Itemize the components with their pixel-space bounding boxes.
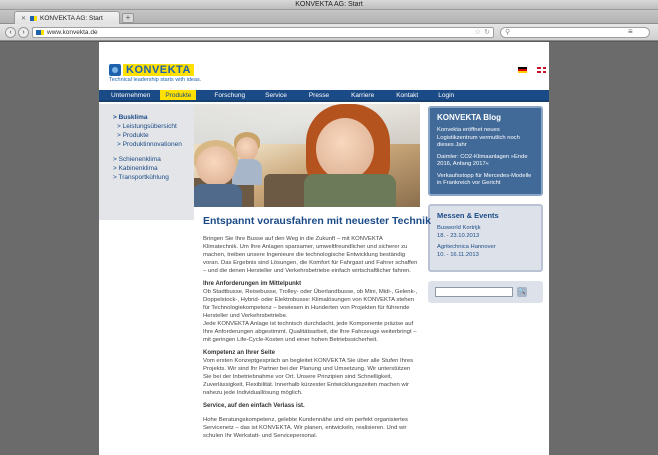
favicon-icon xyxy=(36,30,44,35)
subnav-item-transportkuehlung[interactable]: > Transportkühlung xyxy=(99,173,194,182)
page-title: Entspannt vorausfahren mit neuester Tech… xyxy=(203,215,431,227)
blog-item[interactable]: Konvekta eröffnet neues Logistikzentrum … xyxy=(437,127,534,150)
nav-item-unternehmen[interactable]: Unternehmen xyxy=(99,90,160,100)
event-item[interactable]: Agritechnica Hannover 10. - 16.11.2013 xyxy=(437,244,534,259)
event-date: 10. - 16.11.2013 xyxy=(437,251,479,258)
window-titlebar: KONVEKTA AG: Start xyxy=(0,0,658,10)
logo-tagline: Technical leadership starts with ideas. xyxy=(109,77,202,83)
nav-item-login[interactable]: Login xyxy=(433,90,459,100)
event-name: Busworld Kortrijk xyxy=(437,225,481,231)
sub-navigation: > Busklima > Leistungsübersicht > Produk… xyxy=(99,104,194,220)
address-url: www.konvekta.de xyxy=(47,29,98,36)
language-switcher xyxy=(512,67,547,85)
page: KONVEKTA Technical leadership starts wit… xyxy=(99,42,549,455)
nav-item-presse[interactable]: Presse xyxy=(304,90,334,100)
subnav-item-schienenklima[interactable]: > Schienenklima xyxy=(99,155,194,164)
page-viewport: KONVEKTA Technical leadership starts wit… xyxy=(0,42,658,455)
site-logo[interactable]: KONVEKTA Technical leadership starts wit… xyxy=(109,64,214,84)
tab-label: KONVEKTA AG: Start xyxy=(40,14,103,22)
close-icon[interactable]: ✕ xyxy=(21,15,26,22)
section-text: Ob Stadtbusse, Reisebusse, Trolley- oder… xyxy=(203,289,418,319)
nav-item-karriere[interactable]: Karriere xyxy=(346,90,379,100)
site-search: 🔍 xyxy=(428,281,543,303)
menu-icon[interactable]: ≡ xyxy=(628,27,633,36)
events-title: Messen & Events xyxy=(437,211,499,220)
hero-image xyxy=(194,104,420,207)
event-date: 18. - 23.10.2013 xyxy=(437,232,480,239)
blog-item[interactable]: Daimler: CO2-Klimaanlagen »Ende 2016, An… xyxy=(437,154,534,169)
main-navigation: Unternehmen Produkte Forschung Service P… xyxy=(99,90,549,102)
section-heading: Service, auf den einfach Verlass ist. xyxy=(203,403,305,409)
event-item[interactable]: Busworld Kortrijk 18. - 23.10.2013 xyxy=(437,225,534,240)
section-heading: Kompetenz an Ihrer Seite xyxy=(203,350,276,356)
subnav-item-produkte[interactable]: > Produkte xyxy=(99,131,194,140)
nav-item-produkte[interactable]: Produkte xyxy=(160,90,197,100)
section-text: Jede KONVEKTA Anlage ist technisch durch… xyxy=(203,321,417,343)
subnav-item-kabinenklima[interactable]: > Kabinenklima xyxy=(99,164,194,173)
nav-item-kontakt[interactable]: Kontakt xyxy=(391,90,423,100)
section-text: Vom ersten Konzeptgespräch an begleitet … xyxy=(203,358,414,396)
tab-active[interactable]: ✕ KONVEKTA AG: Start xyxy=(14,11,120,24)
english-flag-icon[interactable] xyxy=(537,67,547,73)
back-button[interactable]: ‹ xyxy=(5,27,16,38)
section-heading: Ihre Anforderungen im Mittelpunkt xyxy=(203,281,302,287)
blog-title[interactable]: KONVEKTA Blog xyxy=(437,113,534,122)
subnav-item-leistungsuebersicht[interactable]: > Leistungsübersicht xyxy=(99,122,194,131)
browser-toolbar: ‹ › www.konvekta.de ☆ ↻ ⚲ ≡ xyxy=(0,24,658,41)
subnav-item-produktinnovationen[interactable]: > Produktinnovationen xyxy=(99,140,194,149)
blog-item[interactable]: Verkaufsstopp für Mercedes-Modelle in Fr… xyxy=(437,173,534,188)
logo-name: KONVEKTA xyxy=(123,64,194,76)
search-icon[interactable]: 🔍 xyxy=(517,287,527,297)
main-content: Entspannt vorausfahren mit neuester Tech… xyxy=(203,215,431,446)
logo-mark-icon xyxy=(109,64,121,76)
forward-button[interactable]: › xyxy=(18,27,29,38)
events-panel: Messen & Events Busworld Kortrijk 18. - … xyxy=(428,204,543,272)
window-title: KONVEKTA AG: Start xyxy=(295,1,363,8)
nav-item-service[interactable]: Service xyxy=(260,90,292,100)
site-search-input[interactable] xyxy=(435,287,513,297)
address-bar[interactable]: www.konvekta.de ☆ ↻ xyxy=(32,27,494,38)
section-text: Hohe Beratungskompetenz, gelebte Kundenn… xyxy=(203,417,409,439)
search-icon: ⚲ xyxy=(505,29,511,36)
new-tab-button[interactable]: + xyxy=(122,13,134,23)
tab-bar: ✕ KONVEKTA AG: Start + xyxy=(0,10,658,24)
nav-item-forschung[interactable]: Forschung xyxy=(209,90,250,100)
intro-text: Bringen Sie Ihre Busse auf den Weg in di… xyxy=(203,236,418,274)
reload-icon[interactable]: ↻ xyxy=(484,28,490,37)
event-name: Agritechnica Hannover xyxy=(437,244,496,250)
subnav-item-busklima[interactable]: > Busklima xyxy=(99,113,194,122)
german-flag-icon[interactable] xyxy=(518,67,527,73)
blog-panel: KONVEKTA Blog Konvekta eröffnet neues Lo… xyxy=(428,106,543,196)
favicon-icon xyxy=(30,15,38,21)
bookmark-star-icon[interactable]: ☆ xyxy=(475,28,481,37)
